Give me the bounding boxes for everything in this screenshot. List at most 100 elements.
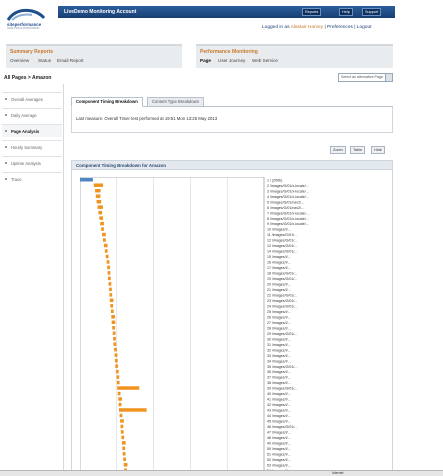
sidebar-item-hourly-summary[interactable]: Hourly Summary: [2, 140, 62, 153]
chart-category-label[interactable]: 5 /images/G/01/nav2/...: [267, 200, 304, 204]
chart-bar[interactable]: [111, 315, 115, 319]
chart-bar[interactable]: [117, 391, 121, 396]
chart-bar[interactable]: [110, 304, 114, 308]
chart-bar[interactable]: [119, 408, 147, 412]
nav-web-service[interactable]: Web Service: [252, 58, 278, 63]
chart-category-label[interactable]: 49 /images/I/...: [267, 441, 291, 445]
chart-bar[interactable]: [80, 177, 93, 182]
chart-category-label[interactable]: 30 /images/I/...: [267, 337, 291, 341]
chart-bar[interactable]: [98, 210, 103, 215]
chart-bar[interactable]: [120, 419, 124, 423]
chart-category-label[interactable]: 27 /images/I/...: [267, 321, 291, 325]
chart-category-label[interactable]: 50 /images/I/...: [267, 447, 291, 451]
chart-category-label[interactable]: 22 /images/G/01/...: [267, 293, 297, 297]
chart-category-label[interactable]: 3 /images/G/01/x-locale/...: [267, 189, 309, 193]
chart-bar[interactable]: [123, 457, 126, 462]
chart-category-label[interactable]: 1 / (200b): [267, 178, 282, 182]
chart-bar[interactable]: [118, 397, 122, 401]
chart-category-label[interactable]: 37 /images/I/...: [267, 376, 291, 380]
chart-bar[interactable]: [121, 435, 125, 440]
chart-category-label[interactable]: 40 /images/I/...: [267, 392, 291, 396]
chart-category-label[interactable]: 43 /images/I/...: [267, 409, 291, 413]
chart-category-label[interactable]: 47 /images/I/...: [267, 431, 291, 435]
chart-bar[interactable]: [111, 320, 116, 325]
chart-category-label[interactable]: 51 /images/I/...: [267, 452, 291, 456]
chart-category-label[interactable]: 52 /images/I/...: [267, 458, 291, 462]
chart-category-label[interactable]: 25 /images/I/...: [267, 310, 291, 314]
chart-category-label[interactable]: 41 /images/I/...: [267, 398, 291, 402]
chart-bar[interactable]: [109, 293, 113, 297]
chart-category-label[interactable]: 35 /images/G/01/...: [267, 365, 297, 369]
page-select[interactable]: Select an alternative Page: [338, 73, 393, 82]
chart-bar[interactable]: [115, 369, 119, 374]
chart-category-label[interactable]: 17 /images/I/...: [267, 266, 291, 270]
chart-bar[interactable]: [107, 265, 110, 270]
chart-bar[interactable]: [95, 194, 101, 198]
chart-category-label[interactable]: 34 /images/I/...: [267, 359, 291, 363]
chart-bar[interactable]: [120, 430, 124, 434]
chart-bar[interactable]: [110, 309, 114, 314]
chart-bar[interactable]: [104, 249, 108, 253]
chart-category-label[interactable]: 29 /images/G/01/...: [267, 332, 297, 336]
chart-bar[interactable]: [120, 424, 124, 429]
chart-category-label[interactable]: 20 /images/I/...: [267, 283, 291, 287]
chart-category-label[interactable]: 53 /images/I/...: [267, 463, 291, 467]
chart-bar[interactable]: [103, 243, 108, 248]
chart-bar[interactable]: [109, 298, 114, 303]
nav-user-journey[interactable]: User Journey: [218, 58, 245, 63]
chart-bar[interactable]: [113, 342, 117, 346]
chart-category-label[interactable]: 23 /images/G/01/...: [267, 299, 297, 303]
chart-category-label[interactable]: 26 /images/I/...: [267, 315, 291, 319]
chart-bar[interactable]: [95, 188, 101, 193]
chart-bar[interactable]: [114, 358, 118, 363]
chart-category-label[interactable]: 39 /images/G/01/...: [267, 387, 297, 391]
chart-category-label[interactable]: 4 /images/G/01/x-locale/...: [267, 195, 309, 199]
chart-bar[interactable]: [121, 441, 126, 445]
chart-category-label[interactable]: 42 /images/I/...: [267, 403, 291, 407]
chart-category-label[interactable]: 48 /images/I/...: [267, 436, 291, 440]
chart-bar[interactable]: [122, 452, 126, 456]
reports-button[interactable]: Reports: [302, 8, 322, 16]
tab-content-type[interactable]: Content Type Breakdown: [147, 97, 204, 107]
support-button[interactable]: Support: [362, 8, 382, 16]
nav-overview[interactable]: Overview: [10, 58, 29, 63]
chart-category-label[interactable]: 10 /images/I/...: [267, 228, 291, 232]
sidebar-item-overall-averages[interactable]: Overall Averages: [2, 92, 62, 105]
chart-bar[interactable]: [119, 413, 123, 418]
chart-category-label[interactable]: 7 /images/G/01/x-locale/...: [267, 211, 309, 215]
chart-category-label[interactable]: 36 /images/I/...: [267, 370, 291, 374]
chart-category-label[interactable]: 38 /images/I/...: [267, 381, 291, 385]
chart-category-label[interactable]: 12 /images/G/01/...: [267, 239, 297, 243]
chart-category-label[interactable]: 46 /images/G/01/...: [267, 425, 297, 429]
chart-category-label[interactable]: 2 /images/G/01/x-locale/...: [267, 184, 309, 188]
chart-category-label[interactable]: 31 /images/I/...: [267, 343, 291, 347]
chart-bar[interactable]: [106, 260, 110, 264]
nav-page[interactable]: Page: [200, 58, 211, 63]
table-button[interactable]: Table: [350, 146, 366, 154]
chart-bar[interactable]: [96, 199, 102, 204]
chart-bar[interactable]: [105, 254, 109, 259]
chart-category-label[interactable]: 28 /images/I/...: [267, 326, 291, 330]
chart-bar[interactable]: [103, 238, 106, 242]
chart-category-label[interactable]: 6 /images/G/01/nav2/...: [267, 206, 304, 210]
nav-status[interactable]: Status: [38, 58, 51, 63]
chart-category-label[interactable]: 44 /images/I/...: [267, 414, 291, 418]
chart-category-label[interactable]: 32 /images/I/...: [267, 348, 291, 352]
chart-bar[interactable]: [107, 271, 111, 275]
chart-bar[interactable]: [113, 336, 116, 341]
chart-bar[interactable]: [114, 347, 117, 352]
sidebar-item-trace[interactable]: Trace: [2, 172, 62, 185]
chart-category-label[interactable]: 15 /images/I/...: [267, 255, 291, 259]
chart-bar[interactable]: [112, 325, 115, 330]
chart-category-label[interactable]: 21 /images/I/...: [267, 288, 291, 292]
chart-bar[interactable]: [122, 446, 126, 451]
hide-button[interactable]: Hide: [371, 146, 385, 154]
sidebar-item-uptime-analysis[interactable]: Uptime Analysis: [2, 156, 62, 169]
chart-bar[interactable]: [100, 221, 104, 226]
chart-category-label[interactable]: 24 /images/G/01/...: [267, 304, 297, 308]
chart-category-label[interactable]: 13 /images/G/01/...: [267, 244, 297, 248]
chart-bar[interactable]: [116, 380, 120, 385]
user-name-link[interactable]: Alastair Harvey: [291, 25, 324, 30]
sidebar-item-daily-average[interactable]: Daily Average: [2, 108, 62, 121]
chart-bar[interactable]: [123, 463, 128, 467]
